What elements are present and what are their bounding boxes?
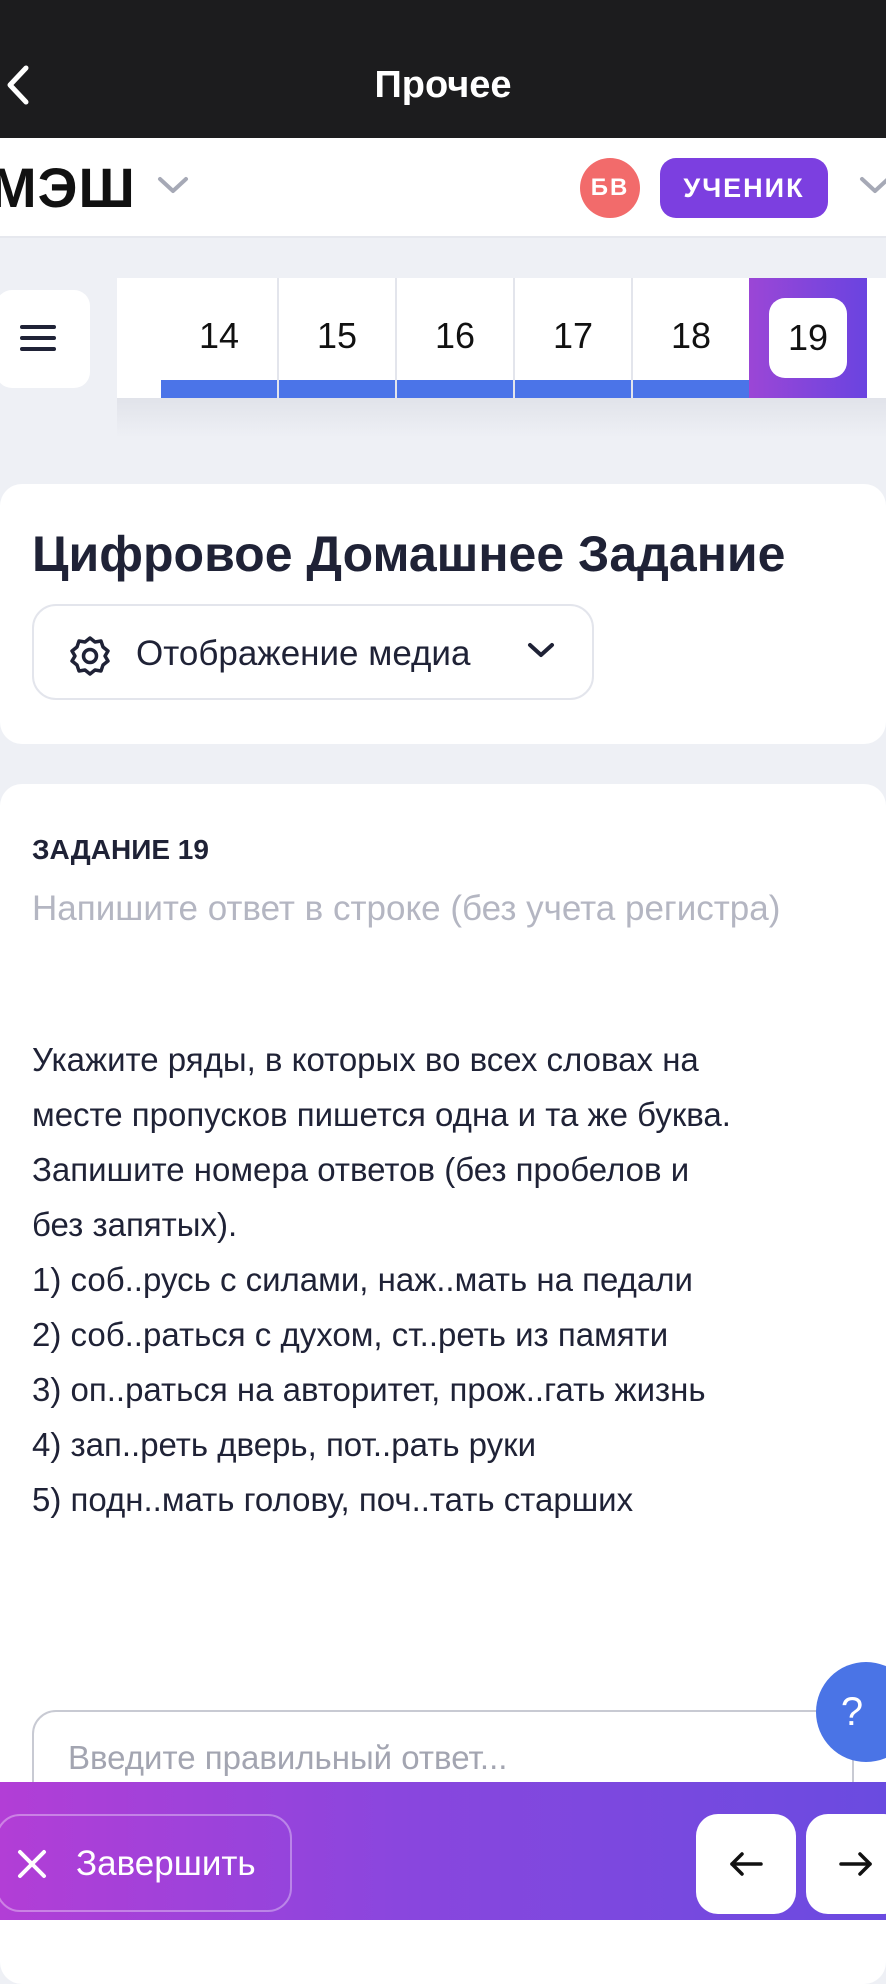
avatar[interactable]: БВ [580, 158, 640, 218]
finish-button[interactable]: Завершить [0, 1814, 292, 1912]
task-option: 4) зап..реть дверь, пот..рать руки [32, 1426, 537, 1463]
question-tab-16[interactable]: 16 [397, 278, 515, 398]
question-tab-14[interactable]: 14 [161, 278, 279, 398]
next-button[interactable] [806, 1814, 886, 1914]
task-text: Укажите ряды, в которых во всех словах н… [32, 1032, 852, 1527]
page-title: Прочее [374, 64, 512, 106]
task-line: месте пропусков пишется одна и та же бук… [32, 1096, 731, 1133]
chevron-down-icon[interactable] [858, 174, 886, 201]
media-display-label: Отображение медиа [136, 634, 471, 673]
app-header: МЭШ БВ УЧЕНИК [0, 138, 886, 238]
task-line: Укажите ряды, в которых во всех словах н… [32, 1041, 699, 1078]
homework-header-card: Цифровое Домашнее Задание Отображение ме… [0, 484, 886, 744]
question-tab-15[interactable]: 15 [279, 278, 397, 398]
task-option: 2) соб..раться с духом, ст..реть из памя… [32, 1316, 669, 1353]
task-line: Запишите номера ответов (без пробелов и [32, 1151, 690, 1188]
previous-button[interactable] [696, 1814, 796, 1914]
app-logo[interactable]: МЭШ [0, 158, 136, 218]
bottom-bar: Завершить [0, 1782, 886, 1920]
role-badge[interactable]: УЧЕНИК [660, 158, 828, 218]
task-option: 1) соб..русь с силами, наж..мать на педа… [32, 1261, 693, 1298]
chevron-down-icon[interactable] [156, 174, 190, 201]
top-bar: Прочее [0, 0, 886, 138]
hamburger-icon [20, 325, 56, 351]
gear-icon [70, 636, 110, 676]
task-line: без запятых). [32, 1206, 238, 1243]
navigator-shadow [117, 398, 886, 438]
menu-button[interactable] [0, 290, 90, 388]
task-label: ЗАДАНИЕ 19 [32, 834, 209, 865]
finish-label: Завершить [76, 1844, 256, 1883]
question-tab-19[interactable]: 19 [749, 278, 867, 398]
question-mark-icon: ? [840, 1690, 864, 1734]
media-display-dropdown[interactable]: Отображение медиа [32, 604, 594, 700]
close-icon [18, 1850, 46, 1878]
arrow-left-icon [730, 1852, 763, 1876]
chevron-down-icon [528, 643, 554, 657]
question-tab-18[interactable]: 18 [633, 278, 751, 398]
task-option: 5) подн..мать голову, поч..тать старших [32, 1481, 634, 1518]
task-option: 3) оп..раться на авторитет, прож..гать ж… [32, 1371, 706, 1408]
question-navigator: 13 14 15 16 17 18 19 [117, 278, 886, 398]
task-hint: Напишите ответ в строке (без учета регис… [32, 889, 781, 928]
answer-placeholder: Введите правильный ответ... [68, 1739, 508, 1776]
question-tab-17[interactable]: 17 [515, 278, 633, 398]
homework-title: Цифровое Домашнее Задание [32, 526, 786, 582]
arrow-right-icon [839, 1852, 872, 1876]
